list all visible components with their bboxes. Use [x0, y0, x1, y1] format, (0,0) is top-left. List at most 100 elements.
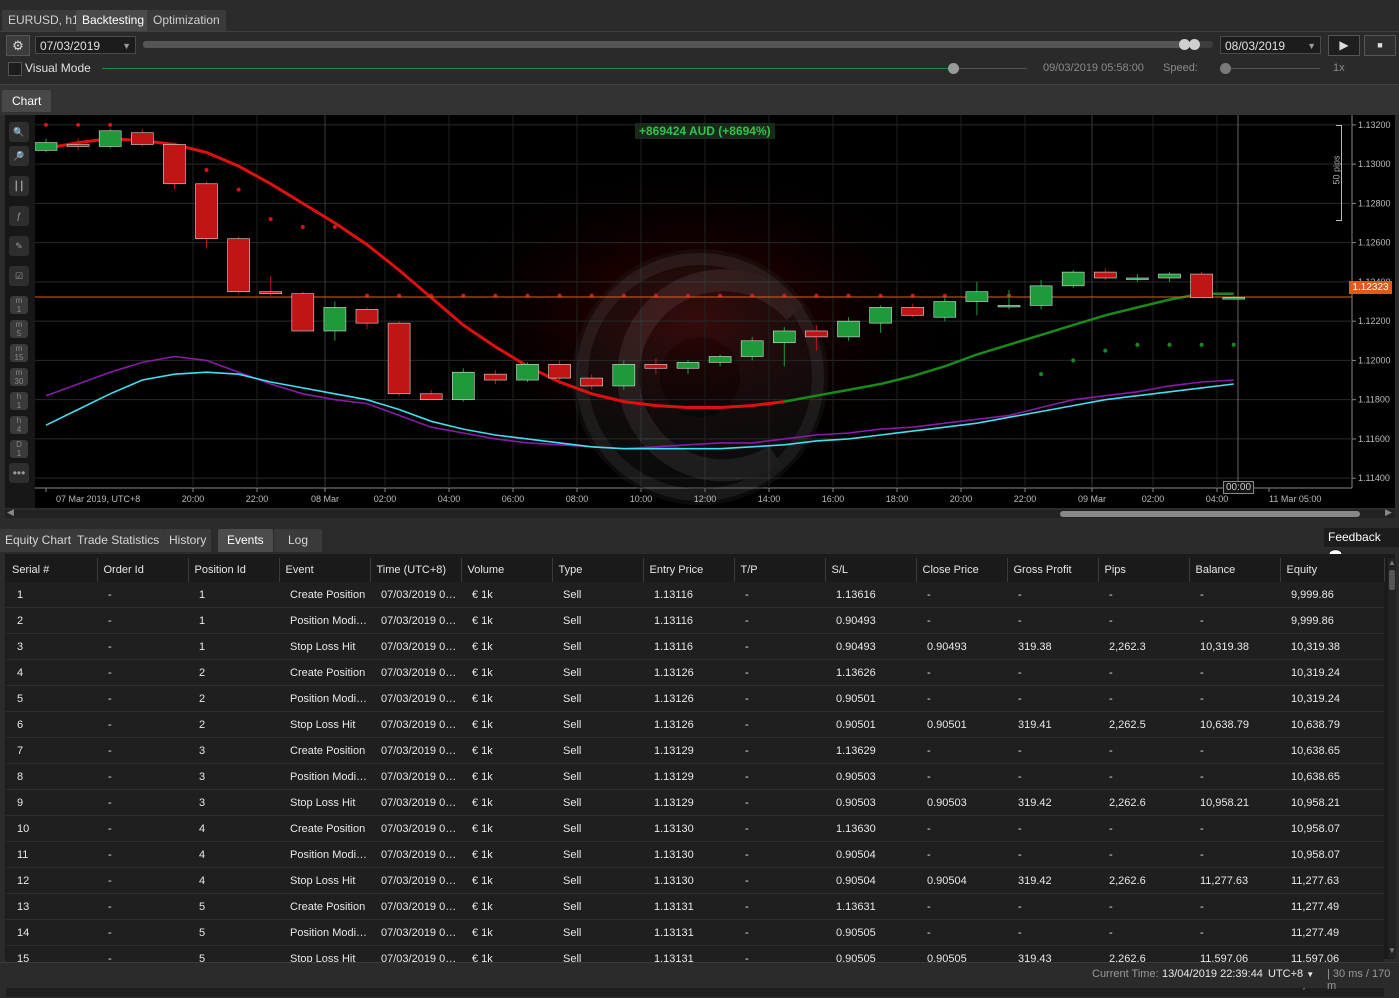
table-scrollbar[interactable]: ▲ ▼: [1388, 558, 1396, 958]
chart-settings-icon[interactable]: ☑: [9, 266, 29, 286]
column-header[interactable]: Event: [279, 558, 371, 582]
table-row[interactable]: 13-5 Create Position 07/03/2019 08:05 € 1k S…: [6, 893, 1384, 920]
timeframe-button[interactable]: m1: [10, 296, 28, 314]
table-row[interactable]: 7-3 Create Position 07/03/2019 08:03 € 1k Se…: [6, 737, 1384, 764]
more-options-icon[interactable]: •••: [9, 463, 29, 483]
table-cell: 8: [6, 763, 97, 790]
column-header[interactable]: Type: [552, 558, 644, 582]
column-header[interactable]: Balance: [1189, 558, 1281, 582]
scrollbar-thumb[interactable]: [1060, 511, 1360, 517]
tab-log[interactable]: Log: [274, 529, 323, 552]
table-row[interactable]: 6-2 Stop Loss Hit 07/03/2019 08:02 € 1k Sell…: [6, 711, 1384, 738]
feedback-button[interactable]: Feedback 💬: [1324, 528, 1399, 563]
candle-body: [580, 377, 604, 387]
scroll-left-icon[interactable]: ◀: [7, 507, 14, 518]
column-header[interactable]: Entry Price: [643, 558, 735, 582]
time-tick-label: 04:00: [438, 494, 461, 504]
column-header[interactable]: Close Price: [916, 558, 1008, 582]
table-row[interactable]: 11-4 Position Modified 07/03/2019 08:04 € 1…: [6, 841, 1384, 868]
date-range-slider[interactable]: [143, 39, 1213, 50]
table-cell: Sell: [552, 893, 643, 920]
column-header[interactable]: Equity: [1280, 558, 1385, 582]
timeframe-button[interactable]: m 30: [10, 368, 28, 386]
price-tick-label: 1.11400: [1358, 473, 1390, 483]
play-button[interactable]: ▶: [1328, 35, 1360, 56]
indicators-icon[interactable]: ƒ: [9, 206, 29, 226]
tab-optimization[interactable]: Optimization: [147, 10, 226, 31]
table-row[interactable]: 12-4 Stop Loss Hit 07/03/2019 08:04 € 1k Sel…: [6, 867, 1384, 894]
table-cell: 0.90503: [825, 789, 916, 816]
speed-slider[interactable]: [1220, 63, 1320, 74]
drawing-tools-icon[interactable]: ✎: [9, 236, 29, 256]
table-row[interactable]: 2-1 Position Modified 07/03/2019 08:01 € 1k…: [6, 607, 1384, 634]
column-header[interactable]: T/P: [734, 558, 826, 582]
table-cell: 10,958.21: [1280, 789, 1384, 816]
table-row[interactable]: 10-4 Create Position 07/03/2019 08:04 € 1k S…: [6, 815, 1384, 842]
table-cell: € 1k: [461, 737, 552, 764]
table-row[interactable]: 4-2 Create Position 07/03/2019 08:02 € 1k Se…: [6, 659, 1384, 686]
column-header[interactable]: Pips: [1098, 558, 1190, 582]
visual-progress-handle[interactable]: [948, 63, 959, 74]
table-cell: -: [1098, 763, 1189, 790]
gear-icon: ⚙: [12, 38, 24, 53]
table-cell: -: [734, 685, 825, 712]
timeframe-button[interactable]: h1: [10, 392, 28, 410]
visual-progress-track[interactable]: [102, 63, 1027, 74]
timeframe-count: 1: [16, 305, 22, 314]
table-cell: 07/03/2019 08:02: [370, 711, 461, 738]
zoom-out-icon[interactable]: 🔎: [9, 146, 29, 166]
table-row[interactable]: 8-3 Position Modified 07/03/2019 08:03 € 1k…: [6, 763, 1384, 790]
start-date-picker[interactable]: 07/03/2019 ▼: [35, 36, 136, 54]
zoom-in-icon[interactable]: 🔍: [9, 122, 29, 142]
column-header[interactable]: Time (UTC+8): [370, 558, 462, 582]
column-header[interactable]: Gross Profit: [1007, 558, 1099, 582]
table-cell: 0.90503: [916, 789, 1007, 816]
chart-type-icon[interactable]: ┃┃: [9, 176, 29, 196]
tab-history[interactable]: History: [164, 529, 212, 552]
scroll-down-icon[interactable]: ▼: [1388, 946, 1396, 955]
tab-trade-statistics[interactable]: Trade Statistics: [72, 529, 165, 552]
range-handle-right[interactable]: [1189, 39, 1200, 50]
table-row[interactable]: 14-5 Position Modified 07/03/2019 08:05 € 1…: [6, 919, 1384, 946]
visual-mode-checkbox[interactable]: [8, 62, 22, 76]
timeframe-button[interactable]: h4: [10, 416, 28, 434]
table-cell: 0.90505: [825, 919, 916, 946]
table-row[interactable]: 1-1 Create Position 07/03/2019 08:01 € 1k Se…: [6, 582, 1384, 608]
tab-equity-chart[interactable]: Equity Chart: [0, 529, 77, 552]
end-date-picker[interactable]: 08/03/2019 ▼: [1220, 36, 1321, 54]
column-header[interactable]: Serial #: [6, 558, 98, 582]
table-cell: Stop Loss Hit: [279, 867, 370, 894]
table-row[interactable]: 3-1 Stop Loss Hit 07/03/2019 08:01 € 1k Sell…: [6, 633, 1384, 660]
price-chart[interactable]: 1.132001.130001.128001.126001.124001.122…: [35, 115, 1395, 508]
tab-backtesting[interactable]: Backtesting: [76, 10, 151, 31]
table-cell: 07/03/2019 08:02: [370, 685, 461, 712]
timeframe-button[interactable]: m 15: [10, 344, 28, 362]
timeframe-button[interactable]: D1: [10, 440, 28, 458]
tab-events[interactable]: Events: [218, 529, 273, 552]
table-cell: 9: [6, 789, 97, 816]
tab-symbol[interactable]: EURUSD, h1: [2, 10, 85, 31]
scroll-right-icon[interactable]: ▶: [1385, 507, 1392, 518]
speed-handle[interactable]: [1220, 63, 1231, 74]
column-header[interactable]: Volume: [461, 558, 553, 582]
column-header[interactable]: Position Id: [188, 558, 280, 582]
price-tick-label: 1.11800: [1358, 395, 1390, 405]
chart-scrollbar[interactable]: ◀ ▶: [5, 507, 1395, 518]
timeframe-button[interactable]: m5: [10, 320, 28, 338]
table-row[interactable]: 5-2 Position Modified 07/03/2019 08:02 € 1k…: [6, 685, 1384, 712]
backtest-toolbar: [0, 32, 1399, 84]
column-header[interactable]: S/L: [825, 558, 917, 582]
table-cell: 0.90503: [825, 763, 916, 790]
scroll-up-icon[interactable]: ▲: [1388, 558, 1396, 567]
stop-button[interactable]: ■: [1364, 35, 1396, 56]
timezone-select[interactable]: UTC+8 ▼: [1268, 968, 1314, 980]
table-cell: 10,319.24: [1280, 659, 1384, 686]
table-row[interactable]: 9-3 Stop Loss Hit 07/03/2019 08:03 € 1k Sell…: [6, 789, 1384, 816]
table-scrollbar-thumb[interactable]: [1389, 570, 1395, 590]
column-header[interactable]: Order Id: [97, 558, 189, 582]
ctrader-logo-watermark: [572, 249, 828, 505]
table-cell: -: [734, 867, 825, 894]
table-cell: 11,277.49: [1280, 919, 1384, 946]
settings-button[interactable]: ⚙: [6, 35, 30, 56]
tab-chart[interactable]: Chart: [2, 90, 52, 112]
